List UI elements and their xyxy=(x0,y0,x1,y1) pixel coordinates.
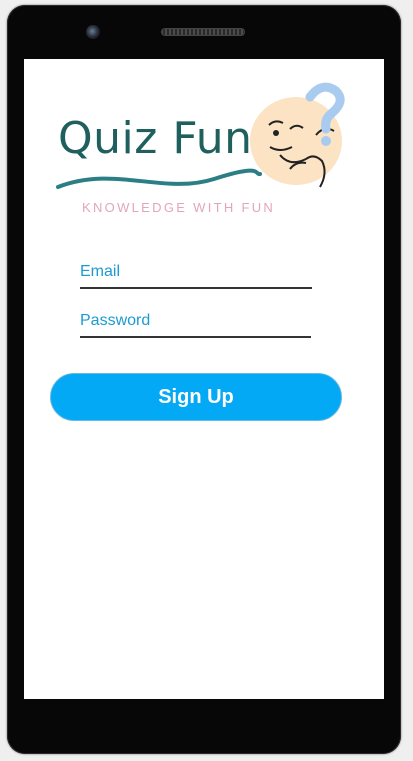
phone-frame: Quiz Fun KNOWLEDGE WITH FUN Sign Up xyxy=(7,5,401,754)
camera-icon xyxy=(86,25,100,39)
app-logo: Quiz Fun KNOWLEDGE WITH FUN xyxy=(54,77,354,227)
sign-up-button[interactable]: Sign Up xyxy=(50,373,342,421)
app-screen: Quiz Fun KNOWLEDGE WITH FUN Sign Up xyxy=(24,59,384,699)
logo-tagline: KNOWLEDGE WITH FUN xyxy=(82,200,276,215)
password-input[interactable] xyxy=(80,306,311,336)
password-field[interactable] xyxy=(80,306,311,338)
email-input[interactable] xyxy=(80,257,312,287)
speaker-grille xyxy=(161,28,245,36)
logo-title: Quiz Fun xyxy=(58,113,253,164)
email-field[interactable] xyxy=(80,257,312,289)
